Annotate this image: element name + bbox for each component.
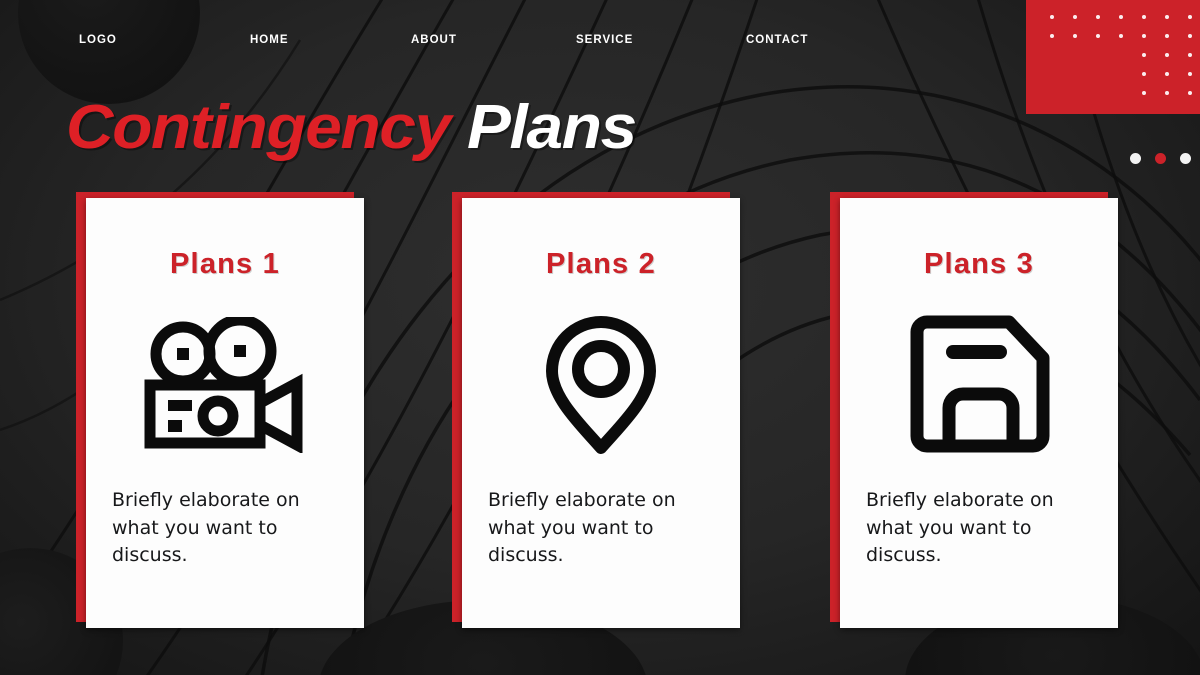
pagination-dot-1[interactable]	[1130, 153, 1141, 164]
grid-dot	[1142, 91, 1146, 95]
grid-dot	[1188, 72, 1192, 76]
slide-canvas: LOGO HOME ABOUT SERVICE CONTACT Continge…	[0, 0, 1200, 675]
card-body-text: Briefly elaborate on what you want to di…	[866, 489, 1054, 567]
red-dot-grid-block	[1026, 0, 1200, 114]
map-pin-icon	[462, 305, 740, 465]
grid-dot	[1050, 15, 1054, 19]
grid-dot	[1188, 34, 1192, 38]
grid-dot	[1165, 34, 1169, 38]
card-surface[interactable]: Plans 2 Briefly elaborate on what you wa…	[462, 198, 740, 628]
card-surface[interactable]: Plans 1 Briefly elaborate on what you wa…	[86, 198, 364, 628]
dot-grid	[1026, 0, 1200, 114]
nav-logo[interactable]: LOGO	[79, 34, 117, 46]
nav-item-service[interactable]: SERVICE	[576, 34, 633, 46]
grid-dot	[1165, 15, 1169, 19]
grid-dot	[1096, 15, 1100, 19]
grid-dot	[1142, 15, 1146, 19]
grid-dot	[1142, 53, 1146, 57]
grid-dot	[1165, 91, 1169, 95]
grid-dot	[1142, 72, 1146, 76]
grid-dot	[1188, 15, 1192, 19]
grid-dot	[1073, 34, 1077, 38]
grid-dot	[1165, 72, 1169, 76]
grid-dot	[1073, 15, 1077, 19]
card-surface[interactable]: Plans 3 Briefly elaborate on what you wa…	[840, 198, 1118, 628]
nav-item-home[interactable]: HOME	[250, 34, 289, 46]
pagination-dot-2-active[interactable]	[1155, 153, 1166, 164]
grid-dot	[1188, 53, 1192, 57]
floppy-disk-save-icon	[840, 305, 1118, 465]
grid-dot	[1119, 15, 1123, 19]
grid-dot	[1119, 34, 1123, 38]
nav-item-about[interactable]: ABOUT	[411, 34, 457, 46]
page-title-highlight: Contingency	[66, 93, 451, 162]
grid-dot	[1050, 34, 1054, 38]
card-body-text: Briefly elaborate on what you want to di…	[488, 489, 676, 567]
video-camera-icon	[86, 305, 364, 465]
grid-dot	[1096, 34, 1100, 38]
grid-dot	[1165, 53, 1169, 57]
pagination-dot-3[interactable]	[1180, 153, 1191, 164]
page-title-rest: Plans	[466, 93, 637, 162]
page-title: Contingency Plans	[66, 97, 637, 159]
card-body-text: Briefly elaborate on what you want to di…	[112, 489, 300, 567]
top-navigation-bar: LOGO HOME ABOUT SERVICE CONTACT	[0, 0, 1030, 82]
nav-item-contact[interactable]: CONTACT	[746, 34, 808, 46]
grid-dot	[1142, 34, 1146, 38]
grid-dot	[1188, 91, 1192, 95]
card-title: Plans 1	[170, 248, 280, 280]
card-title: Plans 3	[924, 248, 1034, 280]
card-title: Plans 2	[546, 248, 656, 280]
slide-pagination[interactable]	[1130, 153, 1191, 164]
